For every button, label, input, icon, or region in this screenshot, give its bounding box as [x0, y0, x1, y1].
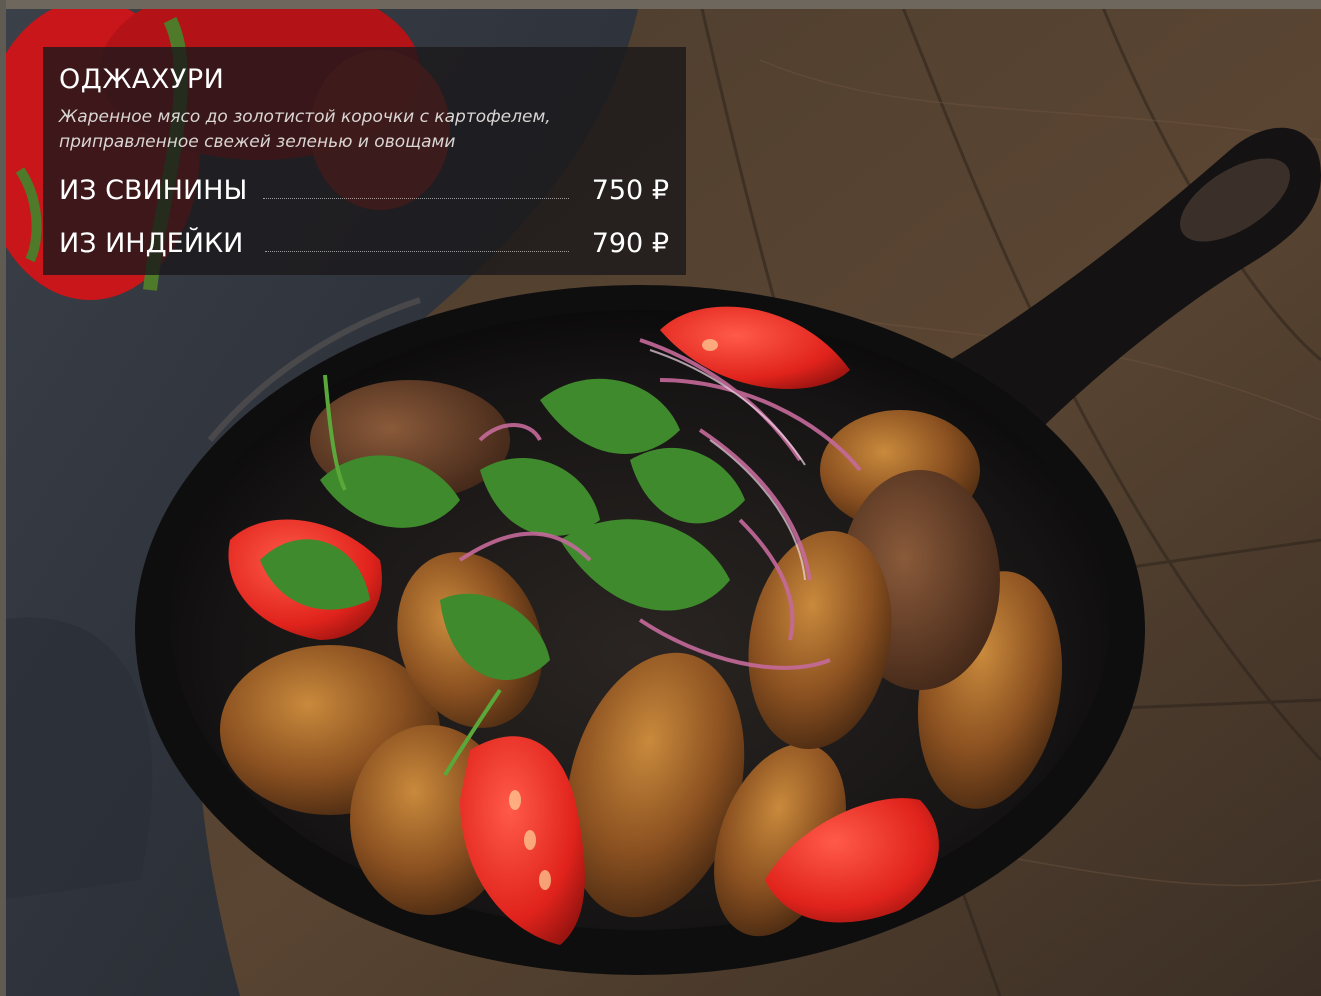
dotted-leader — [263, 198, 569, 199]
price-row-pork: ИЗ СВИНИНЫ 750 ₽ — [59, 172, 669, 210]
dish-description-line: Жаренное мясо до золотистой корочки с ка… — [59, 107, 551, 127]
option-name: ИЗ СВИНИНЫ — [59, 175, 248, 206]
top-border — [0, 0, 1321, 9]
option-price: 750 ₽ — [591, 175, 669, 206]
dish-description-line: приправленное свежей зеленью и овощами — [59, 132, 456, 152]
left-border — [0, 0, 6, 996]
option-name: ИЗ ИНДЕЙКИ — [59, 228, 244, 259]
option-price: 790 ₽ — [591, 228, 669, 259]
dotted-leader — [265, 251, 569, 252]
price-row-turkey: ИЗ ИНДЕЙКИ 790 ₽ — [59, 225, 669, 263]
menu-page: ОДЖАХУРИ Жаренное мясо до золотистой кор… — [0, 0, 1321, 996]
dish-title: ОДЖАХУРИ — [59, 64, 225, 95]
dish-description: Жаренное мясо до золотистой корочки с ка… — [59, 105, 659, 155]
menu-item-card: ОДЖАХУРИ Жаренное мясо до золотистой кор… — [43, 47, 686, 275]
